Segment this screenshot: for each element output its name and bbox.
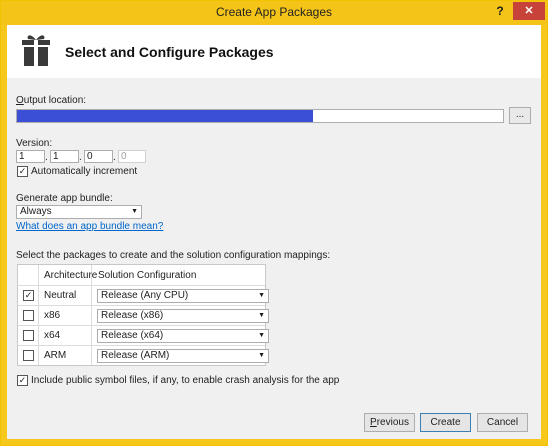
chevron-down-icon: ▼ xyxy=(258,352,265,359)
symbols-label: Include public symbol files, if any, to … xyxy=(31,375,340,386)
browse-button[interactable]: ... xyxy=(509,107,531,124)
row-config-select[interactable]: Release (x86) ▼ xyxy=(97,309,269,323)
chevron-down-icon: ▼ xyxy=(258,292,265,299)
row-config-value: Release (ARM) xyxy=(101,350,170,361)
auto-increment-checkbox[interactable]: ✓ xyxy=(17,166,28,177)
bundle-select[interactable]: Always ▼ xyxy=(16,205,142,219)
page-title: Select and Configure Packages xyxy=(65,44,274,60)
output-location-label: Output location: xyxy=(16,95,87,106)
output-progress-fill xyxy=(17,110,314,122)
column-header-architecture: Architecture xyxy=(44,270,98,281)
version-build-field[interactable]: 0 xyxy=(84,150,113,163)
dialog-window: Create App Packages ? ✕ Select and Confi… xyxy=(0,0,548,446)
row-config-select[interactable]: Release (Any CPU) ▼ xyxy=(97,289,269,303)
title-bar[interactable]: Create App Packages ? ✕ xyxy=(1,1,547,25)
previous-button-label: revious xyxy=(376,417,409,428)
chevron-down-icon: ▼ xyxy=(131,208,138,215)
bundle-label: Generate app bundle: xyxy=(16,193,113,204)
row-architecture: x86 xyxy=(44,310,61,321)
version-label: Version: xyxy=(16,138,53,149)
header-panel: Select and Configure Packages xyxy=(7,25,541,78)
row-architecture: ARM xyxy=(44,350,67,361)
row-config-value: Release (x64) xyxy=(101,330,164,341)
version-minor-field[interactable]: 1 xyxy=(50,150,79,163)
bundle-select-value: Always xyxy=(20,206,52,217)
grid-line xyxy=(18,285,265,286)
output-progress-bar xyxy=(16,109,504,123)
cancel-button[interactable]: Cancel xyxy=(477,413,528,432)
grid-line xyxy=(18,345,265,346)
auto-increment-label: Automatically increment xyxy=(31,166,138,177)
version-separator: . xyxy=(79,152,82,163)
row-checkbox[interactable]: ✓ xyxy=(23,290,34,301)
version-revision-field: 0 xyxy=(118,150,146,163)
bundle-help-link[interactable]: What does an app bundle mean? xyxy=(16,221,163,232)
grid-line xyxy=(18,325,265,326)
version-major-field[interactable]: 1 xyxy=(16,150,45,163)
row-architecture: x64 xyxy=(44,330,61,341)
grid-line xyxy=(38,265,39,365)
output-location-label-text: utput location: xyxy=(23,95,87,106)
version-separator: . xyxy=(113,152,116,163)
package-icon xyxy=(22,35,50,66)
chevron-down-icon: ▼ xyxy=(258,332,265,339)
row-config-value: Release (x86) xyxy=(101,310,164,321)
row-config-select[interactable]: Release (x64) ▼ xyxy=(97,329,269,343)
close-button[interactable]: ✕ xyxy=(513,2,545,20)
packages-table: Architecture Solution Configuration ✓ Ne… xyxy=(17,264,269,366)
row-config-value: Release (Any CPU) xyxy=(101,290,189,301)
row-architecture: Neutral xyxy=(44,290,77,301)
chevron-down-icon: ▼ xyxy=(258,312,265,319)
help-button[interactable]: ? xyxy=(490,2,510,20)
symbols-checkbox[interactable]: ✓ xyxy=(17,375,28,386)
row-checkbox[interactable] xyxy=(23,310,34,321)
version-separator: . xyxy=(45,152,48,163)
row-checkbox[interactable] xyxy=(23,350,34,361)
packages-label: Select the packages to create and the so… xyxy=(16,250,331,261)
grid-line xyxy=(18,305,265,306)
row-config-select[interactable]: Release (ARM) ▼ xyxy=(97,349,269,363)
column-header-configuration: Solution Configuration xyxy=(98,270,197,281)
previous-button[interactable]: Previous xyxy=(364,413,415,432)
row-checkbox[interactable] xyxy=(23,330,34,341)
window-title: Create App Packages xyxy=(215,5,333,19)
create-button[interactable]: Create xyxy=(420,413,471,432)
dialog-client: Select and Configure Packages Output loc… xyxy=(7,25,541,439)
